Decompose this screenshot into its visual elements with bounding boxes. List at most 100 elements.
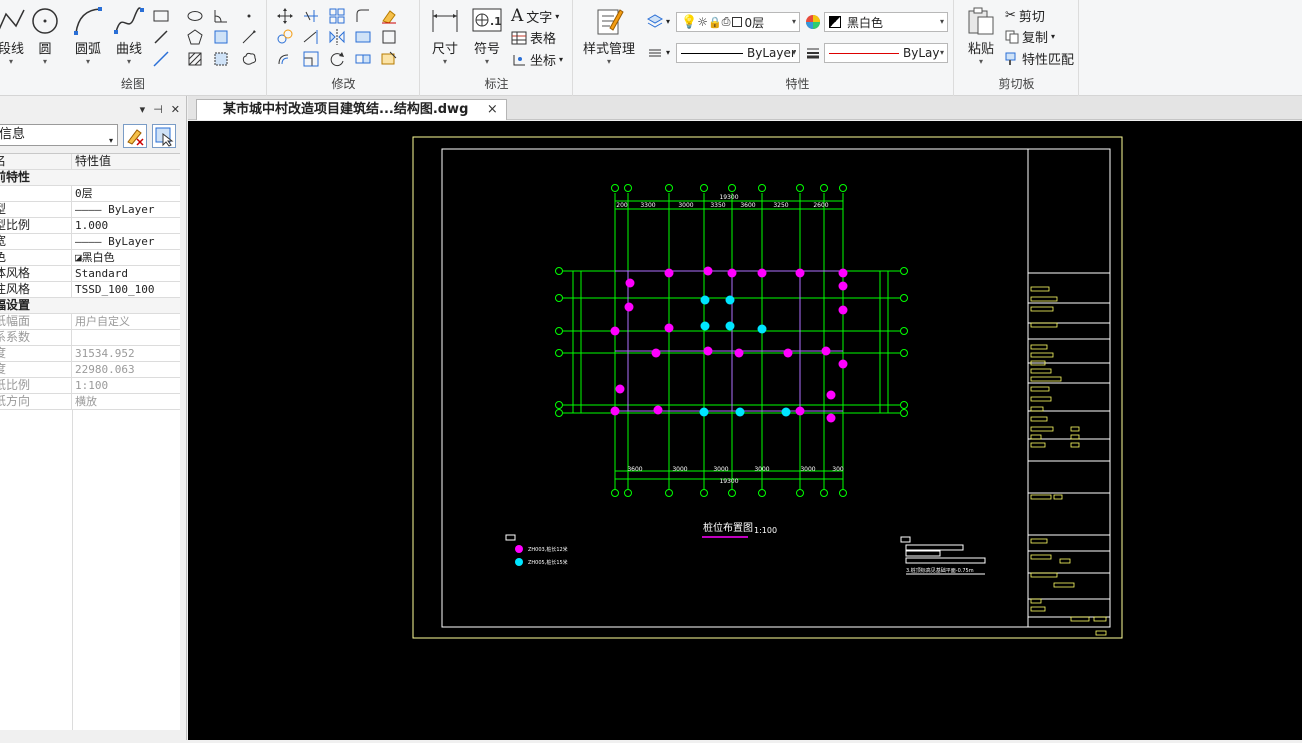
ray-icon[interactable] xyxy=(240,28,258,46)
property-section: 幅设置 xyxy=(0,298,180,314)
pile-marker-a xyxy=(826,390,836,400)
drawing-canvas[interactable]: 200 3300 3000 3350 3600 3250 2600 19300 3600 3000… xyxy=(188,121,1302,740)
polyline-button[interactable]: 段线 ▾ xyxy=(0,6,30,67)
property-name: 纸方向 xyxy=(0,394,72,409)
offset-icon[interactable] xyxy=(276,50,294,68)
title-block-field xyxy=(1030,368,1052,374)
stretch-icon[interactable] xyxy=(354,28,372,46)
copy-object-icon[interactable] xyxy=(276,28,294,46)
cut-button[interactable]: ✂ 剪切 xyxy=(1005,6,1045,25)
fillet-icon[interactable] xyxy=(354,7,372,25)
title-block-field xyxy=(1030,344,1048,350)
property-value: 横放 xyxy=(75,395,97,408)
object-type-select[interactable]: 信息 ▾ xyxy=(0,124,118,146)
toggle-pickadd-button[interactable] xyxy=(123,124,147,148)
angle-icon[interactable] xyxy=(212,7,230,25)
drawing-svg[interactable]: 200 3300 3000 3350 3600 3250 2600193003600 3000… xyxy=(188,121,1302,740)
polygon-icon[interactable] xyxy=(186,28,204,46)
property-row[interactable]: 注风格TSSD_100_100 xyxy=(0,282,180,298)
property-row[interactable]: 0层 xyxy=(0,186,180,202)
boundary-icon[interactable] xyxy=(212,50,230,68)
style-manager-button[interactable]: 样式管理 ▾ xyxy=(578,6,640,67)
scale-icon[interactable] xyxy=(302,50,320,68)
property-value[interactable]: ———— ByLayer xyxy=(72,234,180,249)
select-objects-button[interactable] xyxy=(152,124,176,148)
pin-icon[interactable]: ⊣ xyxy=(153,103,163,116)
ellipse-icon[interactable] xyxy=(186,7,204,25)
paste-button[interactable]: 粘贴 ▾ xyxy=(961,6,1001,67)
hatch-icon[interactable] xyxy=(186,50,204,68)
close-tab-icon[interactable]: × xyxy=(487,102,498,117)
edit-hatch-icon[interactable] xyxy=(380,50,398,68)
text-button[interactable]: A 文字 ▾ xyxy=(511,6,559,26)
property-row[interactable]: 纸方向横放 xyxy=(0,394,180,410)
explode-icon[interactable] xyxy=(380,28,398,46)
title-block-field xyxy=(1030,306,1054,312)
match-properties-button[interactable]: 特性匹配 xyxy=(1005,49,1074,68)
property-row[interactable]: 度22980.063 xyxy=(0,362,180,378)
pile-marker-a xyxy=(783,348,793,358)
arc-button[interactable]: 圆弧 ▾ xyxy=(70,6,106,67)
property-value[interactable]: Standard xyxy=(72,266,180,281)
property-row[interactable]: 纸幅面用户自定义 xyxy=(0,314,180,330)
property-row[interactable]: 型比例1.000 xyxy=(0,218,180,234)
property-value[interactable]: 1.000 xyxy=(72,218,180,233)
pile-marker-a xyxy=(838,359,848,369)
properties-table: 名 特性值 前特性0层型———— ByLayer型比例1.000宽———— By… xyxy=(0,153,180,730)
document-tab[interactable]: 某市城中村改造项目建筑结...结构图.dwg × xyxy=(196,99,507,120)
construction-line-icon[interactable] xyxy=(152,50,170,68)
symbol-button[interactable]: .1 符号 ▾ xyxy=(469,6,505,67)
property-row[interactable]: 体风格Standard xyxy=(0,266,180,282)
rotate-icon[interactable] xyxy=(328,50,346,68)
point-icon[interactable] xyxy=(240,7,258,25)
property-row[interactable]: 型———— ByLayer xyxy=(0,202,180,218)
property-value[interactable]: ———— ByLayer xyxy=(72,202,180,217)
coordinate-button[interactable]: 坐标 ▾ xyxy=(511,50,563,69)
table-button[interactable]: 表格 xyxy=(511,28,556,47)
property-name: 体风格 xyxy=(0,266,72,281)
title-block-field xyxy=(1030,538,1048,544)
property-value[interactable]: ◪黑白色 xyxy=(72,250,180,265)
property-row[interactable]: 纸比例1:100 xyxy=(0,378,180,394)
layer-properties-icon[interactable] xyxy=(646,13,664,31)
layer-color-swatch xyxy=(732,17,743,27)
top-dimension-label: 3000 xyxy=(678,202,693,209)
circle-button[interactable]: 圆 ▾ xyxy=(28,6,62,67)
property-row[interactable]: 度31534.952 xyxy=(0,346,180,362)
lineweight-combo[interactable]: ByLay ▾ xyxy=(824,43,948,63)
panel-menu-icon[interactable]: ▾ xyxy=(140,103,146,116)
property-value[interactable]: TSSD_100_100 xyxy=(72,282,180,297)
region-icon[interactable] xyxy=(212,28,230,46)
extend-icon[interactable] xyxy=(302,28,320,46)
linetype-combo[interactable]: ByLayer ▾ xyxy=(676,43,800,63)
line-icon[interactable] xyxy=(152,28,170,46)
title-block-field xyxy=(1030,442,1046,448)
notes-box xyxy=(900,536,911,543)
bottom-dimension-label: 3000 xyxy=(713,466,728,473)
property-row[interactable]: 色◪黑白色 xyxy=(0,250,180,266)
erase-icon[interactable] xyxy=(380,7,398,25)
mirror-icon[interactable] xyxy=(328,28,346,46)
layer-combo[interactable]: 💡 ☼ 🔒 ⎙ 0层 ▾ xyxy=(676,12,800,32)
revcloud-icon[interactable] xyxy=(240,50,258,68)
close-panel-icon[interactable]: ✕ xyxy=(171,103,180,116)
title-block-field xyxy=(1093,616,1107,622)
move-icon[interactable] xyxy=(276,7,294,25)
property-row[interactable]: 系系数 xyxy=(0,330,180,346)
list-icon[interactable] xyxy=(646,44,664,62)
title-block-field xyxy=(1059,558,1071,564)
trim-icon[interactable] xyxy=(302,7,320,25)
join-icon[interactable] xyxy=(354,50,372,68)
lineweight-icon[interactable] xyxy=(804,44,822,62)
color-wheel-icon[interactable] xyxy=(804,13,822,31)
rectangle-icon[interactable] xyxy=(152,7,170,25)
spline-button[interactable]: 曲线 ▾ xyxy=(110,6,148,67)
copy-button[interactable]: 复制 ▾ xyxy=(1005,27,1055,46)
property-row[interactable]: 宽———— ByLayer xyxy=(0,234,180,250)
dimension-button[interactable]: 尺寸 ▾ xyxy=(427,6,463,67)
array-icon[interactable] xyxy=(328,7,346,25)
color-combo[interactable]: 黑白色 ▾ xyxy=(824,12,948,32)
coordinate-icon xyxy=(513,54,525,65)
property-value[interactable]: 0层 xyxy=(72,186,180,201)
title-block-field xyxy=(1030,572,1058,578)
